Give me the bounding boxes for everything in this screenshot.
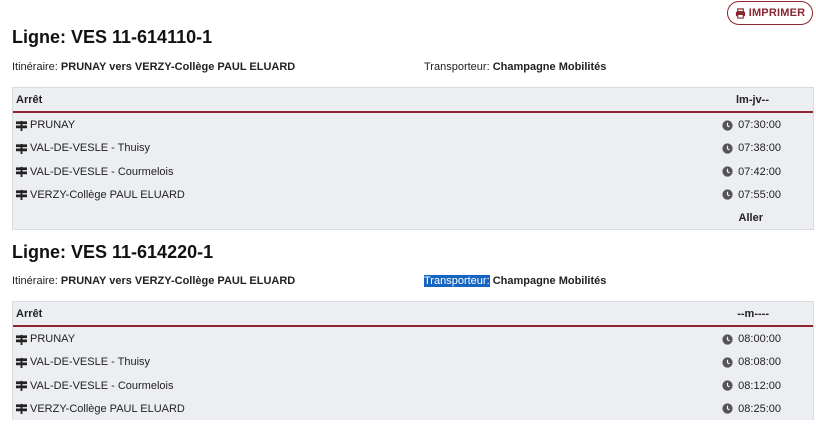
stop-time: 08:00:00 <box>738 333 781 345</box>
timetable: Arrêt --m---- PRUNAY 08:00:00 VAL-DE-VES… <box>12 301 814 421</box>
table-row: VAL-DE-VESLE - Thuisy 08:08:00 <box>13 350 813 373</box>
clock-icon <box>722 143 733 154</box>
bus-stop-icon <box>16 166 27 178</box>
table-row: VERZY-Collège PAUL ELUARD 08:25:00 <box>13 397 813 420</box>
column-header-stop: Arrêt <box>16 308 43 320</box>
print-button[interactable]: IMPRIMER <box>727 1 813 25</box>
stop-name: VAL-DE-VESLE - Courmelois <box>30 379 174 392</box>
itinerary-value: PRUNAY vers VERZY-Collège PAUL ELUARD <box>60 275 296 287</box>
clock-icon <box>722 119 733 131</box>
table-header: Arrêt lm-jv-- <box>13 88 813 113</box>
stop-name: VAL-DE-VESLE - Thuisy <box>30 142 151 155</box>
carrier-label: Transporteur: <box>424 61 490 73</box>
stop-time: 08:12:00 <box>738 379 781 392</box>
line-title: Ligne: VES 11-614220-1 <box>12 242 214 262</box>
carrier-value: Champagne Mobilités <box>492 275 607 287</box>
carrier-value: Champagne Mobilités <box>492 61 607 73</box>
clock-icon <box>722 357 733 368</box>
clock-icon <box>722 333 733 345</box>
printer-icon <box>735 7 746 19</box>
itinerary-label: Itinéraire: <box>12 61 58 73</box>
table-footer: Aller <box>13 206 813 229</box>
table-row: PRUNAY 08:00:00 <box>13 327 813 350</box>
carrier: Transporteur: Champagne Mobilités <box>424 61 606 73</box>
stop-name: VERZY-Collège PAUL ELUARD <box>30 188 185 201</box>
column-header-days: --m---- <box>737 308 769 320</box>
direction-label: Aller <box>738 212 763 225</box>
table-header: Arrêt --m---- <box>13 302 813 327</box>
print-button-label: IMPRIMER <box>748 7 806 19</box>
stop-name: PRUNAY <box>30 333 76 345</box>
table-row: PRUNAY 07:30:00 <box>13 113 813 136</box>
stop-name: PRUNAY <box>30 119 76 131</box>
stop-time: 07:38:00 <box>738 142 781 155</box>
clock-icon <box>722 166 733 177</box>
bus-stop-icon <box>16 189 27 201</box>
stop-time: 08:25:00 <box>738 402 781 415</box>
stop-name: VAL-DE-VESLE - Courmelois <box>30 165 174 178</box>
bus-stop-icon <box>16 334 27 345</box>
stop-time: 07:42:00 <box>738 165 781 178</box>
stop-name: VERZY-Collège PAUL ELUARD <box>30 402 185 415</box>
carrier: Transporteur: Champagne Mobilités <box>424 275 606 287</box>
stop-name: VAL-DE-VESLE - Thuisy <box>30 356 151 369</box>
table-row: VERZY-Collège PAUL ELUARD 07:55:00 <box>13 183 813 206</box>
column-header-stop: Arrêt <box>16 94 43 106</box>
line-title: Ligne: VES 11-614110-1 <box>12 27 213 47</box>
bus-stop-icon <box>16 357 27 368</box>
bus-stop-icon <box>16 403 27 415</box>
bus-stop-icon <box>16 380 27 392</box>
itinerary-value: PRUNAY vers VERZY-Collège PAUL ELUARD <box>60 61 296 73</box>
stop-time: 07:30:00 <box>738 119 781 131</box>
itinerary-label: Itinéraire: <box>12 275 58 287</box>
stop-time: 07:55:00 <box>738 188 781 201</box>
table-row: VAL-DE-VESLE - Courmelois 07:42:00 <box>13 160 813 183</box>
table-row: VAL-DE-VESLE - Courmelois 08:12:00 <box>13 374 813 397</box>
stop-time: 08:08:00 <box>738 356 781 369</box>
column-header-days: lm-jv-- <box>736 94 769 106</box>
clock-icon <box>722 403 733 415</box>
itinerary: Itinéraire: PRUNAY vers VERZY-Collège PA… <box>12 275 295 287</box>
clock-icon <box>722 380 733 391</box>
table-row: VAL-DE-VESLE - Thuisy 07:38:00 <box>13 136 813 159</box>
bus-stop-icon <box>16 143 27 154</box>
bus-stop-icon <box>16 120 27 131</box>
itinerary: Itinéraire: PRUNAY vers VERZY-Collège PA… <box>12 61 295 73</box>
clock-icon <box>722 189 733 201</box>
timetable: Arrêt lm-jv-- PRUNAY 07:30:00 VAL-DE-VES… <box>12 87 814 231</box>
carrier-label: Transporteur: <box>424 275 490 287</box>
